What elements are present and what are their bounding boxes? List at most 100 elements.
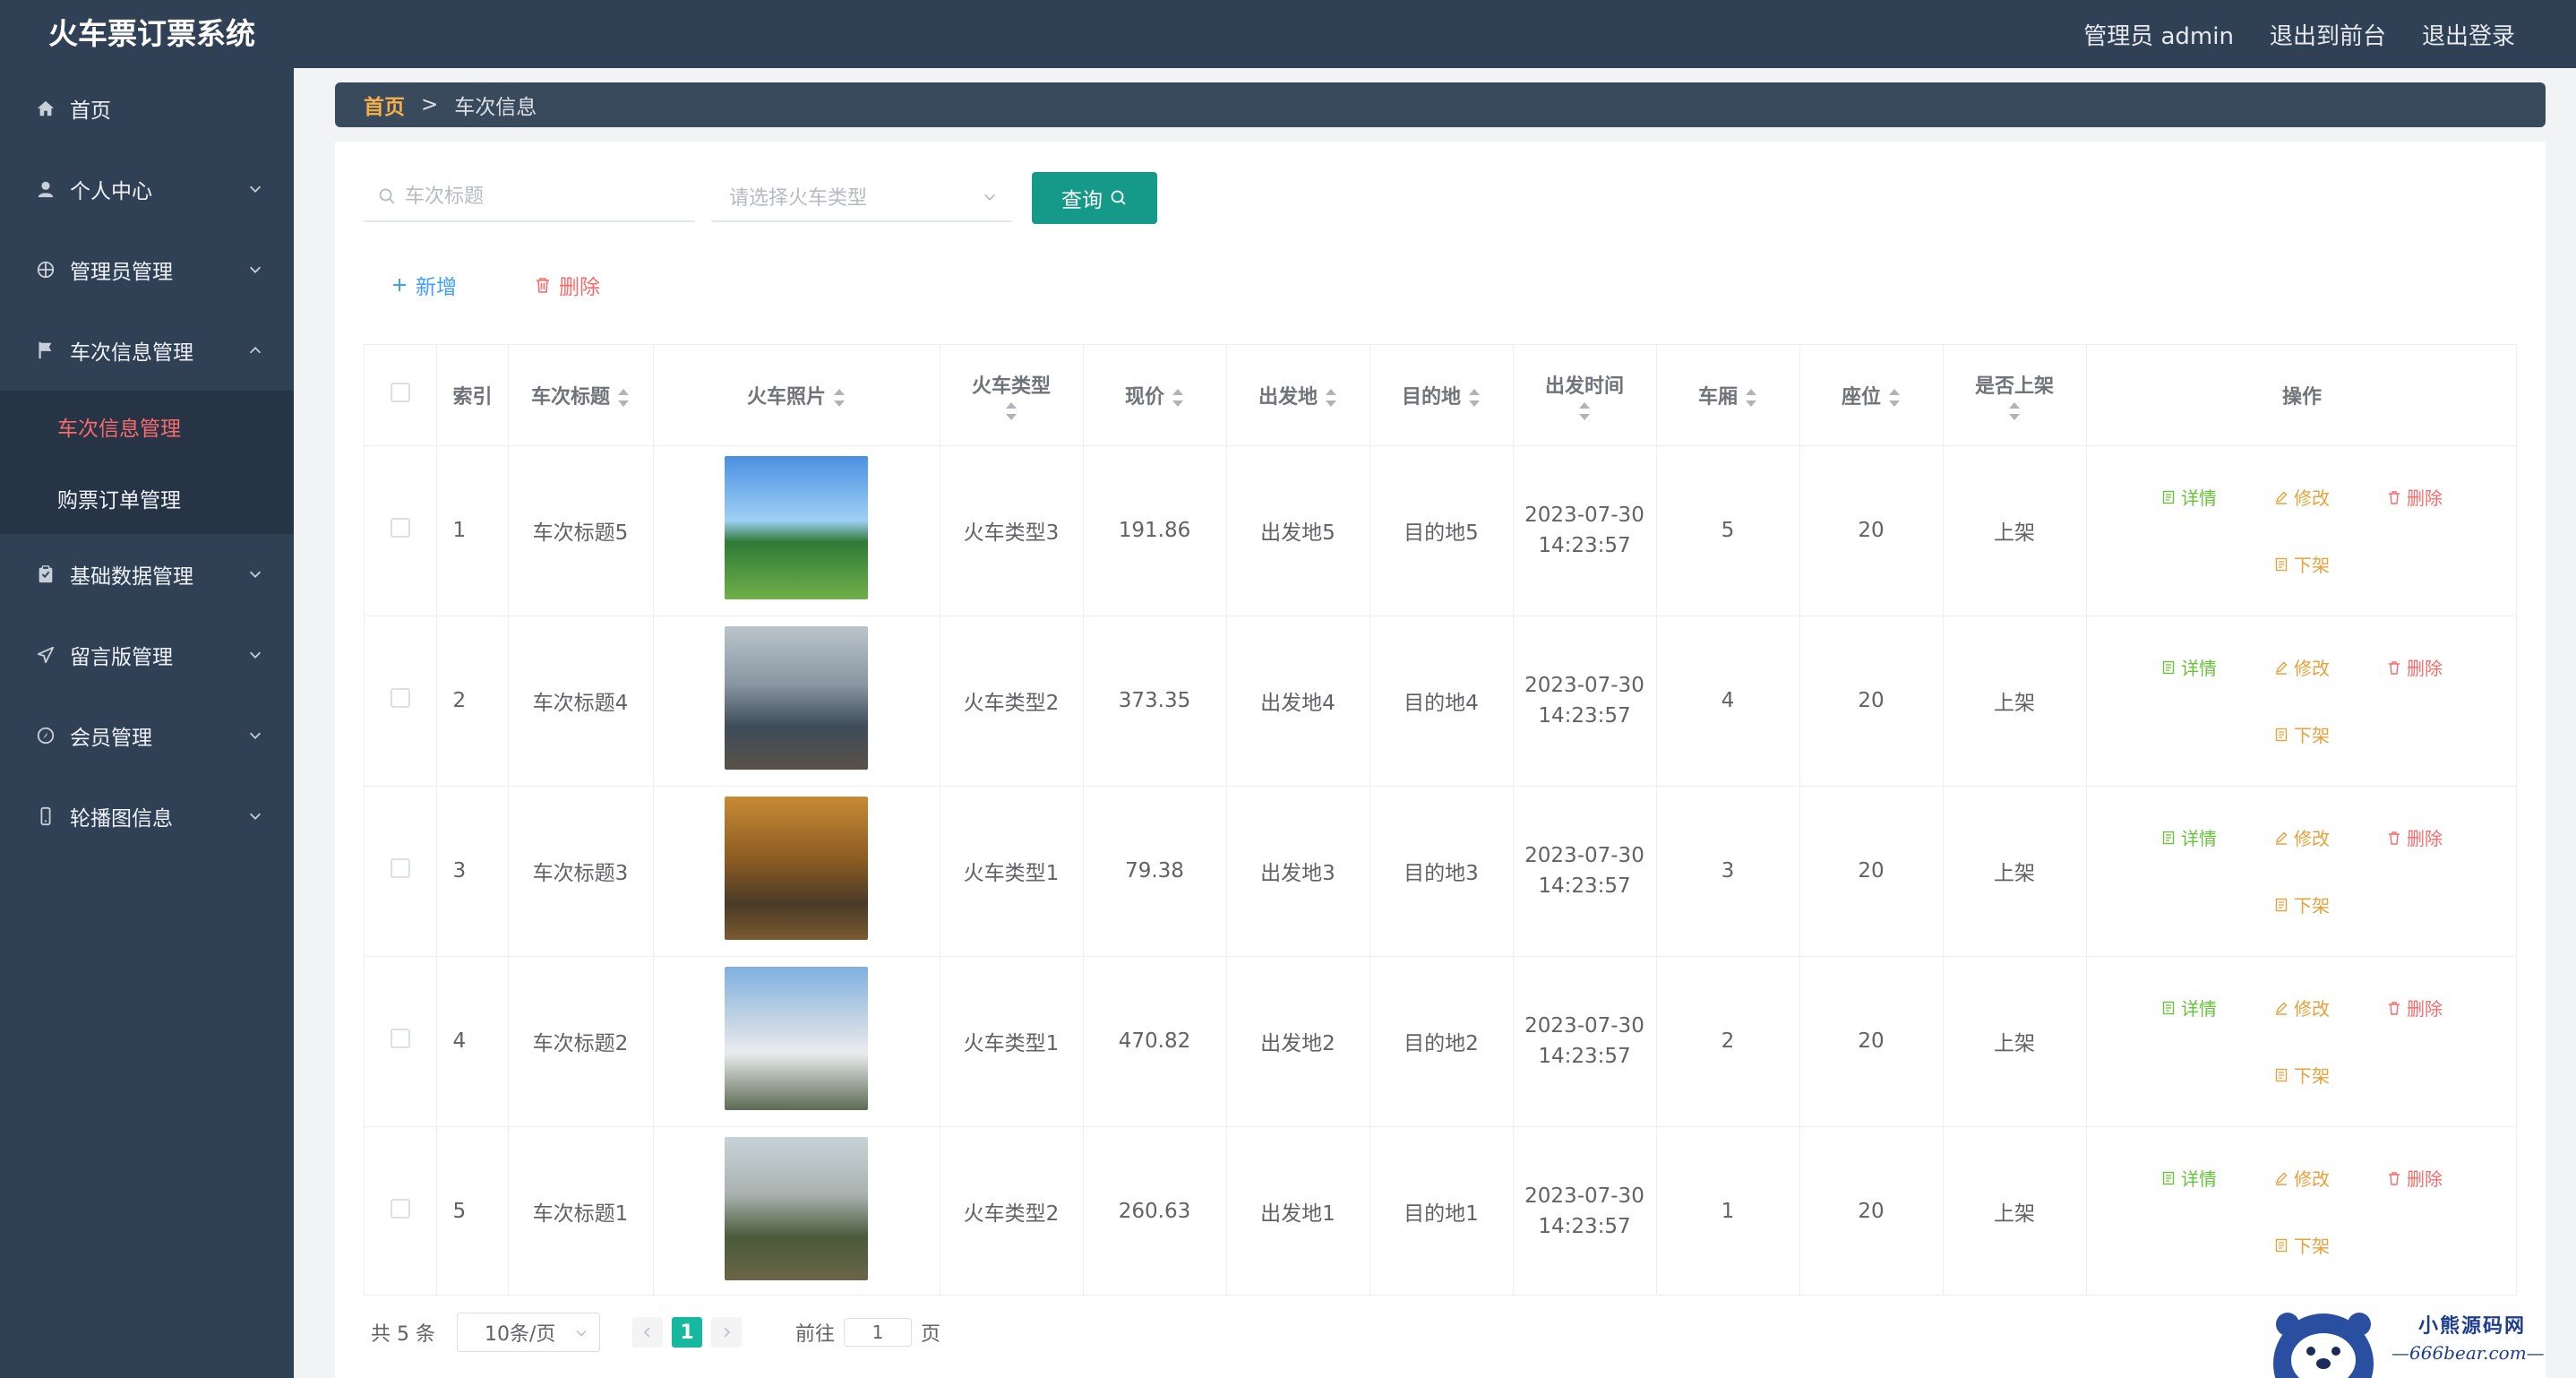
page-number-current[interactable]: 1 [671,1317,702,1348]
column-header-photo[interactable]: 火车照片 [653,345,940,446]
cell-index: 3 [436,786,509,957]
column-header-ops: 操作 [2086,345,2516,446]
delete-label: 删除 [2407,1168,2443,1190]
edit-label: 修改 [2294,487,2330,509]
cell-from: 出发地1 [1226,1126,1370,1295]
page-size-value: 10条/页 [484,1323,556,1346]
chevron-left-icon [643,1327,650,1338]
cell-price: 260.63 [1083,1126,1227,1295]
column-header-type[interactable]: 火车类型 [940,345,1084,446]
train-photo[interactable] [725,626,868,770]
cell-to: 目的地1 [1370,1126,1514,1295]
delete-row-button[interactable]: 删除 [2358,995,2471,1021]
sort-icon[interactable] [1005,401,1018,420]
table-body: 1 车次标题5 火车类型3 191.86 出发地5 目的地5 2023-07-30 14:23… [365,445,2516,1295]
sort-icon[interactable] [1578,401,1591,420]
sort-icon[interactable] [833,388,846,407]
sidebar-item-train-info[interactable]: 车次信息管理 [0,310,294,391]
detail-button[interactable]: 详情 [2133,484,2245,510]
cell-from: 出发地4 [1226,616,1370,787]
row-checkbox[interactable] [390,518,410,538]
sidebar-item-messages[interactable]: 留言版管理 [0,615,294,695]
delete-row-button[interactable]: 删除 [2358,654,2471,680]
batch-delete-button[interactable]: 删除 [534,269,600,301]
sort-icon[interactable] [2008,401,2021,420]
column-header-seat[interactable]: 座位 [1799,345,1944,446]
sidebar-item-personal[interactable]: 个人中心 [0,149,294,229]
cell-type: 火车类型1 [940,786,1084,957]
cell-car: 3 [1656,786,1800,957]
train-photo[interactable] [725,1137,868,1280]
train-title-search-input[interactable] [405,185,674,208]
exit-to-front-link[interactable]: 退出到前台 [2270,18,2386,51]
sidebar: 首页 个人中心 管理员管理 车次信息管理 车次信息管理 购票订单管理 基础数据管… [0,68,294,1378]
select-all-checkbox[interactable] [390,382,410,402]
take-down-label: 下架 [2294,1236,2330,1257]
goto-page-input[interactable] [844,1318,912,1347]
take-down-button[interactable]: 下架 [2245,1062,2358,1088]
train-photo[interactable] [725,797,868,940]
take-down-button[interactable]: 下架 [2245,721,2358,747]
sidebar-item-carousel[interactable]: 轮播图信息 [0,776,294,857]
goto-prefix: 前往 [794,1323,835,1346]
column-header-car[interactable]: 车厢 [1656,345,1800,446]
cell-to: 目的地2 [1370,956,1514,1127]
sort-icon[interactable] [1468,388,1481,407]
column-header-time[interactable]: 出发时间 [1513,345,1657,446]
train-photo[interactable] [725,456,868,599]
column-header-from[interactable]: 出发地 [1226,345,1370,446]
delete-row-button[interactable]: 删除 [2358,824,2471,850]
detail-button[interactable]: 详情 [2133,995,2245,1021]
row-checkbox[interactable] [390,1029,410,1048]
breadcrumb-separator: > [421,93,439,116]
column-header-to[interactable]: 目的地 [1370,345,1514,446]
take-down-button[interactable]: 下架 [2245,891,2358,917]
sidebar-item-home[interactable]: 首页 [0,68,294,149]
train-type-select[interactable]: 请选择火车类型 [711,172,1012,222]
delete-row-button[interactable]: 删除 [2358,484,2471,510]
column-header-price[interactable]: 现价 [1083,345,1227,446]
row-checkbox[interactable] [390,858,410,878]
next-page-button[interactable] [710,1317,742,1348]
sort-icon[interactable] [1172,388,1184,407]
edit-button[interactable]: 修改 [2245,824,2358,850]
breadcrumb-home-link[interactable]: 首页 [364,90,405,120]
sidebar-item-members[interactable]: 会员管理 [0,695,294,776]
sidebar-item-admin[interactable]: 管理员管理 [0,229,294,310]
page-size-select[interactable]: 10条/页 [456,1313,600,1352]
row-checkbox[interactable] [390,1199,410,1219]
table-row: 5 车次标题1 火车类型2 260.63 出发地1 目的地1 2023-07-30 14:23… [365,1126,2516,1295]
sidebar-subitem-train-info[interactable]: 车次信息管理 [0,391,294,462]
edit-button[interactable]: 修改 [2245,1165,2358,1191]
add-button[interactable]: 新增 [391,269,457,301]
detail-button[interactable]: 详情 [2133,1165,2245,1191]
sort-icon[interactable] [1745,388,1757,407]
take-down-button[interactable]: 下架 [2245,551,2358,577]
table-header-row: 索引 车次标题 火车照片 火车类型 现价 出发地 目的地 出发时间 车厢 座位 … [365,345,2516,446]
sort-icon[interactable] [1325,388,1337,407]
edit-button[interactable]: 修改 [2245,484,2358,510]
prev-page-button[interactable] [631,1317,663,1348]
sidebar-item-basic-data[interactable]: 基础数据管理 [0,534,294,615]
sidebar-subitem-orders[interactable]: 购票订单管理 [0,462,294,534]
breadcrumb-current: 车次信息 [454,96,537,119]
cell-from: 出发地5 [1226,445,1370,616]
edit-button[interactable]: 修改 [2245,995,2358,1021]
search-box[interactable] [364,172,695,222]
detail-button[interactable]: 详情 [2133,654,2245,680]
sort-icon[interactable] [1888,388,1901,407]
train-photo[interactable] [725,967,868,1110]
delete-row-button[interactable]: 删除 [2358,1165,2471,1191]
column-header-title[interactable]: 车次标题 [508,345,654,446]
column-header-listed[interactable]: 是否上架 [1943,345,2087,446]
sort-icon[interactable] [617,388,630,407]
plus-icon [393,279,406,291]
row-checkbox[interactable] [390,688,410,708]
take-down-button[interactable]: 下架 [2245,1232,2358,1258]
logout-link[interactable]: 退出登录 [2422,18,2515,51]
detail-button[interactable]: 详情 [2133,824,2245,850]
document-icon [2162,490,2175,504]
edit-button[interactable]: 修改 [2245,654,2358,680]
cell-index: 5 [436,1126,509,1295]
query-button[interactable]: 查询 [1032,172,1157,224]
